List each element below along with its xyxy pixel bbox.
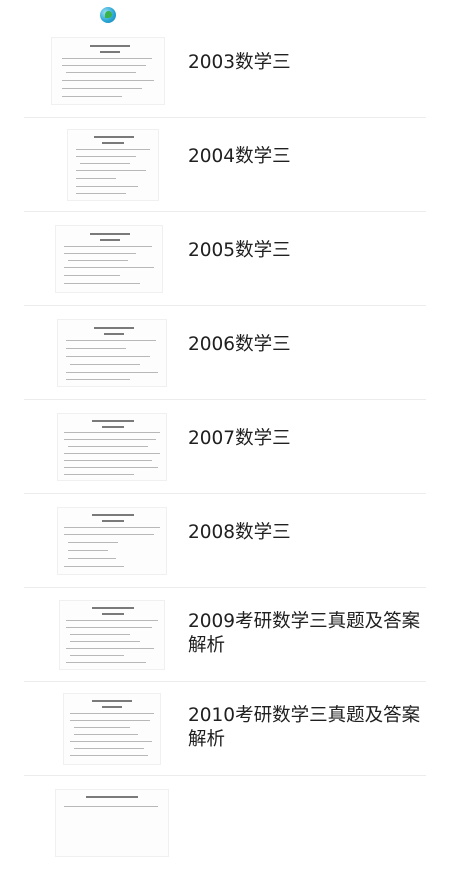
document-thumbnail [60,601,164,669]
list-item[interactable]: 2010考研数学三真题及答案解析 [24,682,426,776]
list-item[interactable]: 2008数学三 [24,494,426,588]
list-item[interactable]: 2003数学三 [24,24,426,118]
document-thumbnail [56,226,162,292]
document-title: 2010考研数学三真题及答案解析 [188,705,421,750]
document-title: 2003数学三 [188,52,291,73]
document-thumbnail [68,130,158,200]
list-item[interactable]: 2006数学三 [24,306,426,400]
document-title: 2007数学三 [188,428,291,449]
list-item[interactable]: 2005数学三 [24,212,426,306]
document-thumbnail [58,508,166,574]
document-title: 2006数学三 [188,334,291,355]
list-item[interactable]: 2007数学三 [24,400,426,494]
document-title: 2005数学三 [188,240,291,261]
list-item[interactable]: 2004数学三 [24,118,426,212]
document-list[interactable]: 2003数学三 2004数学三 2005数学三 2006数学三 2007数学三 … [0,24,450,869]
list-item[interactable]: 2009考研数学三真题及答案解析 [24,588,426,682]
document-thumbnail [58,320,166,386]
document-title: 2008数学三 [188,522,291,543]
document-title: 2004数学三 [188,146,291,167]
document-thumbnail [64,694,160,764]
document-thumbnail [52,38,164,104]
list-item[interactable] [24,776,426,869]
document-title: 2009考研数学三真题及答案解析 [188,611,421,656]
app-globe-icon [100,7,116,23]
document-thumbnail [58,414,166,480]
